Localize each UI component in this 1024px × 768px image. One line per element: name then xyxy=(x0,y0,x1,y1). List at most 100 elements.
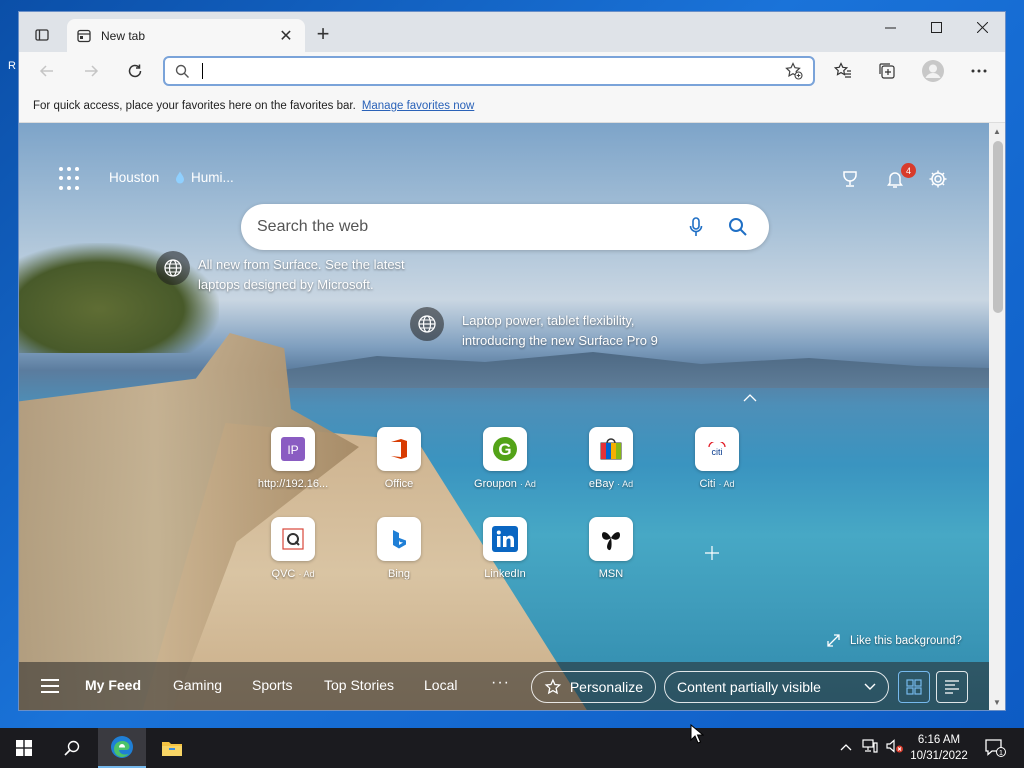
quick-link-office[interactable]: Office xyxy=(349,427,449,490)
globe-icon xyxy=(156,251,190,285)
grid-layout-button[interactable] xyxy=(898,671,930,703)
manage-favorites-link[interactable]: Manage favorites now xyxy=(362,100,475,112)
expand-arrows-icon xyxy=(827,634,840,647)
close-icon xyxy=(976,21,988,33)
settings-and-more-button[interactable] xyxy=(965,58,993,84)
windows-logo-icon xyxy=(16,740,32,756)
quick-link-label: LinkedIn xyxy=(484,568,526,580)
quick-link-ip[interactable]: IP http://192.16... xyxy=(243,427,343,490)
like-background-text: Like this background? xyxy=(850,634,962,647)
content-visibility-dropdown[interactable]: Content partially visible xyxy=(664,671,889,703)
sparkle-star-icon xyxy=(544,678,562,695)
feed-tab-my-feed[interactable]: My Feed xyxy=(85,677,141,693)
msn-icon xyxy=(589,517,633,561)
taskbar: 6:16 AM 10/31/2022 1 xyxy=(0,728,1024,768)
toolbar xyxy=(19,52,1005,90)
quick-link-linkedin[interactable]: LinkedIn xyxy=(455,517,555,580)
list-layout-button[interactable] xyxy=(936,671,968,703)
quick-link-ebay[interactable]: eBay · Ad xyxy=(561,427,661,490)
network-icon[interactable] xyxy=(862,739,878,756)
taskbar-file-explorer-button[interactable] xyxy=(148,728,196,768)
new-tab-button[interactable]: + xyxy=(311,23,335,46)
quick-link-msn[interactable]: MSN xyxy=(561,517,661,580)
close-window-button[interactable] xyxy=(959,12,1005,42)
quick-link-citi[interactable]: citi Citi · Ad xyxy=(667,427,767,490)
scroll-down-icon[interactable]: ▼ xyxy=(993,698,1001,707)
app-launcher-button[interactable] xyxy=(59,167,83,191)
arrow-left-icon xyxy=(39,65,53,77)
taskbar-search-button[interactable] xyxy=(48,728,96,768)
quick-link-groupon[interactable]: G Groupon · Ad xyxy=(455,427,555,490)
list-icon xyxy=(945,680,959,694)
feed-more-button[interactable]: ··· xyxy=(491,674,510,692)
collapse-quick-links-button[interactable] xyxy=(743,389,757,405)
tab-actions-button[interactable] xyxy=(29,24,55,46)
voice-search-button[interactable] xyxy=(681,212,711,242)
vertical-scrollbar[interactable]: ▲ ▼ xyxy=(989,123,1005,710)
start-button[interactable] xyxy=(0,728,48,768)
quick-link-label: Bing xyxy=(387,568,411,580)
desktop-icon-fragment[interactable]: R xyxy=(8,60,16,72)
back-button[interactable] xyxy=(33,58,61,84)
feed-tab-top-stories[interactable]: Top Stories xyxy=(324,677,394,693)
feed-menu-icon[interactable] xyxy=(41,679,59,697)
taskbar-edge-button[interactable] xyxy=(98,728,146,768)
collections-button[interactable] xyxy=(873,58,901,84)
hotspot-text: All new from Surface. See the latest lap… xyxy=(198,257,405,292)
search-icon xyxy=(729,218,747,236)
hotspot-surface-laptops[interactable]: All new from Surface. See the latest lap… xyxy=(156,251,456,295)
profile-button[interactable] xyxy=(919,58,947,84)
forward-button[interactable] xyxy=(77,58,105,84)
web-search-box[interactable] xyxy=(241,204,769,250)
add-favorite-icon[interactable] xyxy=(785,62,803,80)
hotspot-surface-pro[interactable]: Laptop power, tablet flexibility, introd… xyxy=(410,307,710,351)
weather-condition[interactable]: Humi... xyxy=(175,170,234,185)
scroll-thumb[interactable] xyxy=(993,141,1003,313)
svg-text:citi: citi xyxy=(712,447,723,456)
feed-tab-local[interactable]: Local xyxy=(424,677,457,693)
taskbar-clock[interactable]: 6:16 AM 10/31/2022 xyxy=(898,732,980,764)
clock-time: 6:16 AM xyxy=(917,734,961,746)
address-bar[interactable] xyxy=(163,56,815,86)
tab-new-tab[interactable]: New tab ✕ xyxy=(67,19,305,52)
rewards-button[interactable] xyxy=(836,165,864,193)
quick-link-qvc[interactable]: QVC · Ad xyxy=(243,517,343,580)
favorites-bar: For quick access, place your favorites h… xyxy=(19,90,1005,123)
maximize-button[interactable] xyxy=(913,12,959,42)
qvc-icon xyxy=(271,517,315,561)
favorites-hint: For quick access, place your favorites h… xyxy=(33,100,356,112)
chevron-up-icon xyxy=(743,394,757,402)
microphone-icon xyxy=(689,217,703,236)
action-center-button[interactable]: 1 xyxy=(984,738,1006,761)
address-input[interactable] xyxy=(205,63,785,79)
personalize-button[interactable]: Personalize xyxy=(531,671,656,703)
tab-title: New tab xyxy=(101,28,146,43)
minimize-icon xyxy=(884,27,896,28)
notification-badge: 4 xyxy=(901,163,916,178)
scroll-up-icon[interactable]: ▲ xyxy=(993,127,1001,136)
feed-tab-gaming[interactable]: Gaming xyxy=(173,677,222,693)
arrow-right-icon xyxy=(85,65,99,77)
close-tab-icon[interactable]: ✕ xyxy=(277,26,295,46)
favorites-icon xyxy=(834,62,851,78)
refresh-button[interactable] xyxy=(121,58,149,84)
search-submit-button[interactable] xyxy=(723,212,753,242)
groupon-icon: G xyxy=(483,427,527,471)
quick-link-bing[interactable]: Bing xyxy=(349,517,449,580)
office-icon xyxy=(377,427,421,471)
quick-link-label: Office xyxy=(384,478,414,490)
feed-tab-sports[interactable]: Sports xyxy=(252,677,292,693)
tray-overflow-chevron-icon[interactable] xyxy=(840,739,852,754)
web-search-input[interactable] xyxy=(257,218,669,236)
edge-icon xyxy=(111,736,133,758)
minimize-button[interactable] xyxy=(867,12,913,42)
favorites-button[interactable] xyxy=(829,58,857,84)
like-background-button[interactable]: Like this background? xyxy=(827,634,962,647)
new-tab-page-icon xyxy=(77,29,91,42)
page-settings-button[interactable] xyxy=(924,165,952,193)
tab-actions-icon xyxy=(35,29,49,41)
mouse-cursor-icon xyxy=(690,724,704,744)
add-shortcut-button[interactable] xyxy=(704,540,720,568)
weather-location[interactable]: Houston xyxy=(109,170,159,185)
more-horizontal-icon xyxy=(971,69,987,73)
